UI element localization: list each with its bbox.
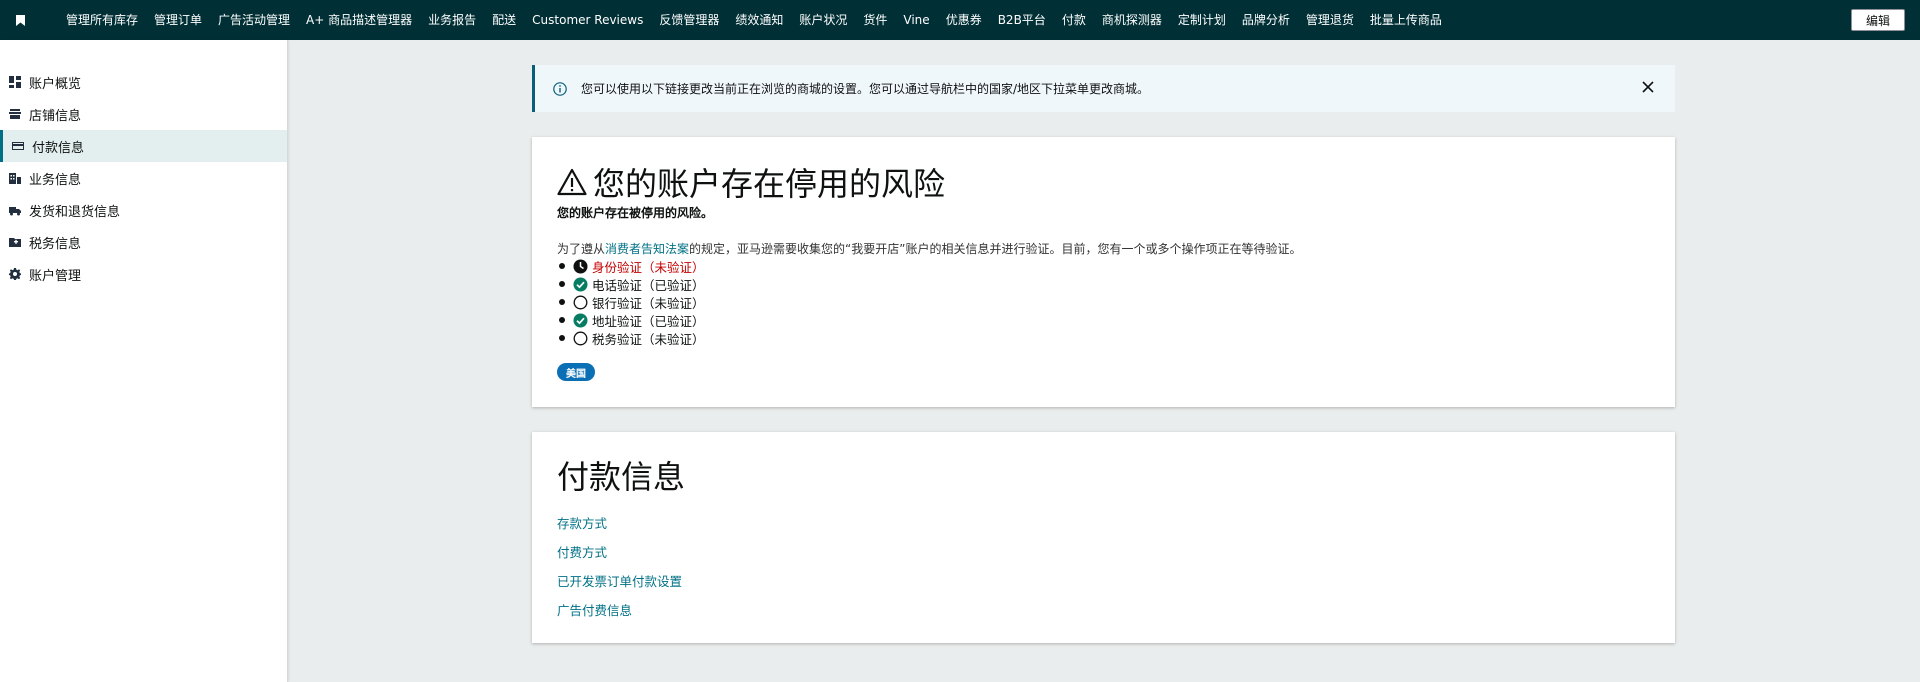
sidebar-item-shipping-returns[interactable]: 发货和退货信息 (0, 194, 287, 226)
empty-circle-icon (573, 331, 588, 345)
bullet (559, 263, 565, 269)
nav-link-manage-returns[interactable]: 管理退货 (1298, 0, 1362, 40)
verification-item-bank: 银行验证（未验证） (557, 293, 705, 311)
sidebar-item-label: 店铺信息 (29, 108, 82, 124)
nav-link-delivery[interactable]: 配送 (484, 0, 524, 40)
bullet (559, 281, 565, 287)
risk-title-text: 您的账户存在停用的风险 (593, 165, 946, 203)
sidebar-item-label: 税务信息 (29, 236, 82, 252)
sidebar-item-payment-info[interactable]: 付款信息 (0, 130, 287, 162)
tax-folder-icon (9, 236, 21, 248)
banner-text: 您可以使用以下链接更改当前正在浏览的商城的设置。您可以通过导航栏中的国家/地区下… (581, 82, 1150, 96)
nav-link-business-reports[interactable]: 业务报告 (420, 0, 484, 40)
nav-link-feedback-manager[interactable]: 反馈管理器 (651, 0, 727, 40)
invoiced-order-payment-settings-link[interactable]: 已开发票订单付款设置 (557, 574, 682, 603)
sidebar-item-label: 付款信息 (32, 140, 85, 156)
truck-icon (9, 204, 21, 216)
desc-suffix: 的规定，亚马逊需要收集您的“我要开店”账户的相关信息并进行验证。目前，您有一个或… (689, 242, 1302, 256)
sidebar-item-business-info[interactable]: 业务信息 (0, 162, 287, 194)
nav-link-manage-orders[interactable]: 管理订单 (146, 0, 210, 40)
verification-label: 税务验证（未验证） (592, 331, 705, 347)
sidebar-item-label: 发货和退货信息 (29, 204, 121, 220)
verification-item-tax: 税务验证（未验证） (557, 329, 705, 347)
top-navigation-bar: 管理所有库存 管理订单 广告活动管理 A+ 商品描述管理器 业务报告 配送 Cu… (0, 0, 1920, 40)
payment-info-card: 付款信息 存款方式 付费方式 已开发票订单付款设置 广告付费信息 (532, 432, 1675, 643)
nav-link-vine[interactable]: Vine (895, 0, 937, 40)
building-icon (9, 172, 21, 184)
risk-title: 您的账户存在停用的风险 (557, 159, 945, 205)
nav-links: 管理所有库存 管理订单 广告活动管理 A+ 商品描述管理器 业务报告 配送 Cu… (58, 0, 1450, 40)
nav-link-account-health[interactable]: 账户状况 (791, 0, 855, 40)
bullet (559, 335, 565, 341)
verification-label: 银行验证（未验证） (592, 295, 705, 311)
sidebar-item-tax-info[interactable]: 税务信息 (0, 226, 287, 258)
nav-link-opportunity-explorer[interactable]: 商机探测器 (1094, 0, 1170, 40)
sidebar-item-store-info[interactable]: 店铺信息 (0, 98, 287, 130)
sidebar-item-account-management[interactable]: 账户管理 (0, 258, 287, 290)
close-icon[interactable] (1641, 80, 1655, 94)
advertising-payment-info-link[interactable]: 广告付费信息 (557, 603, 682, 632)
verification-label: 身份验证（未验证） (592, 259, 705, 275)
credit-card-icon (12, 140, 24, 152)
risk-subtitle: 您的账户存在被停用的风险。 (557, 206, 714, 220)
bullet (559, 299, 565, 305)
verification-list: 身份验证（未验证） 电话验证（已验证） 银行验证（未验证） 地址验证（已验证） (557, 257, 705, 347)
check-circle-icon (573, 277, 588, 291)
store-icon (9, 108, 21, 120)
verification-item-address: 地址验证（已验证） (557, 311, 705, 329)
risk-description: 为了遵从消费者告知法案的规定，亚马逊需要收集您的“我要开店”账户的相关信息并进行… (557, 240, 1301, 257)
consumer-notice-act-link[interactable]: 消费者告知法案 (605, 242, 689, 256)
nav-link-b2b[interactable]: B2B平台 (990, 0, 1054, 40)
edit-button[interactable]: 编辑 (1850, 9, 1905, 31)
sidebar-item-account-overview[interactable]: 账户概览 (0, 66, 287, 98)
deactivation-risk-card: 您的账户存在停用的风险 您的账户存在被停用的风险。 为了遵从消费者告知法案的规定… (532, 137, 1675, 407)
nav-link-payments[interactable]: 付款 (1054, 0, 1094, 40)
empty-circle-icon (573, 295, 588, 309)
sidebar: 账户概览 店铺信息 付款信息 业务信息 发货和退货信息 税务信息 账户管理 (0, 40, 288, 682)
desc-prefix: 为了遵从 (557, 242, 606, 256)
clock-icon (573, 259, 588, 273)
nav-link-performance-notifications[interactable]: 绩效通知 (727, 0, 791, 40)
verification-label: 地址验证（已验证） (592, 313, 705, 329)
country-badge: 美国 (557, 363, 595, 381)
dashboard-icon (9, 76, 21, 88)
verification-item-identity: 身份验证（未验证） (557, 257, 705, 275)
charge-methods-link[interactable]: 付费方式 (557, 545, 682, 574)
bullet (559, 317, 565, 323)
sidebar-item-label: 业务信息 (29, 172, 82, 188)
nav-link-customer-reviews[interactable]: Customer Reviews (524, 0, 651, 40)
check-circle-icon (573, 313, 588, 327)
verification-label: 电话验证（已验证） (592, 277, 705, 293)
nav-link-brand-analytics[interactable]: 品牌分析 (1234, 0, 1298, 40)
nav-link-a-plus-content[interactable]: A+ 商品描述管理器 (298, 0, 420, 40)
sidebar-item-label: 账户管理 (29, 268, 82, 284)
gear-icon (9, 268, 21, 280)
verification-item-phone: 电话验证（已验证） (557, 275, 705, 293)
bookmark-icon[interactable] (0, 0, 40, 40)
warning-icon (557, 168, 587, 196)
nav-link-bulk-upload[interactable]: 批量上传商品 (1362, 0, 1450, 40)
payment-info-title: 付款信息 (557, 458, 686, 496)
nav-link-custom-programs[interactable]: 定制计划 (1170, 0, 1234, 40)
info-icon (553, 81, 567, 96)
sidebar-item-label: 账户概览 (29, 76, 82, 92)
nav-link-shipments[interactable]: 货件 (855, 0, 895, 40)
nav-link-campaign-manager[interactable]: 广告活动管理 (210, 0, 298, 40)
nav-link-manage-inventory[interactable]: 管理所有库存 (58, 0, 146, 40)
deposit-methods-link[interactable]: 存款方式 (557, 516, 682, 545)
payment-links: 存款方式 付费方式 已开发票订单付款设置 广告付费信息 (557, 516, 682, 632)
nav-link-coupons[interactable]: 优惠券 (938, 0, 990, 40)
info-banner: 您可以使用以下链接更改当前正在浏览的商城的设置。您可以通过导航栏中的国家/地区下… (532, 65, 1675, 112)
